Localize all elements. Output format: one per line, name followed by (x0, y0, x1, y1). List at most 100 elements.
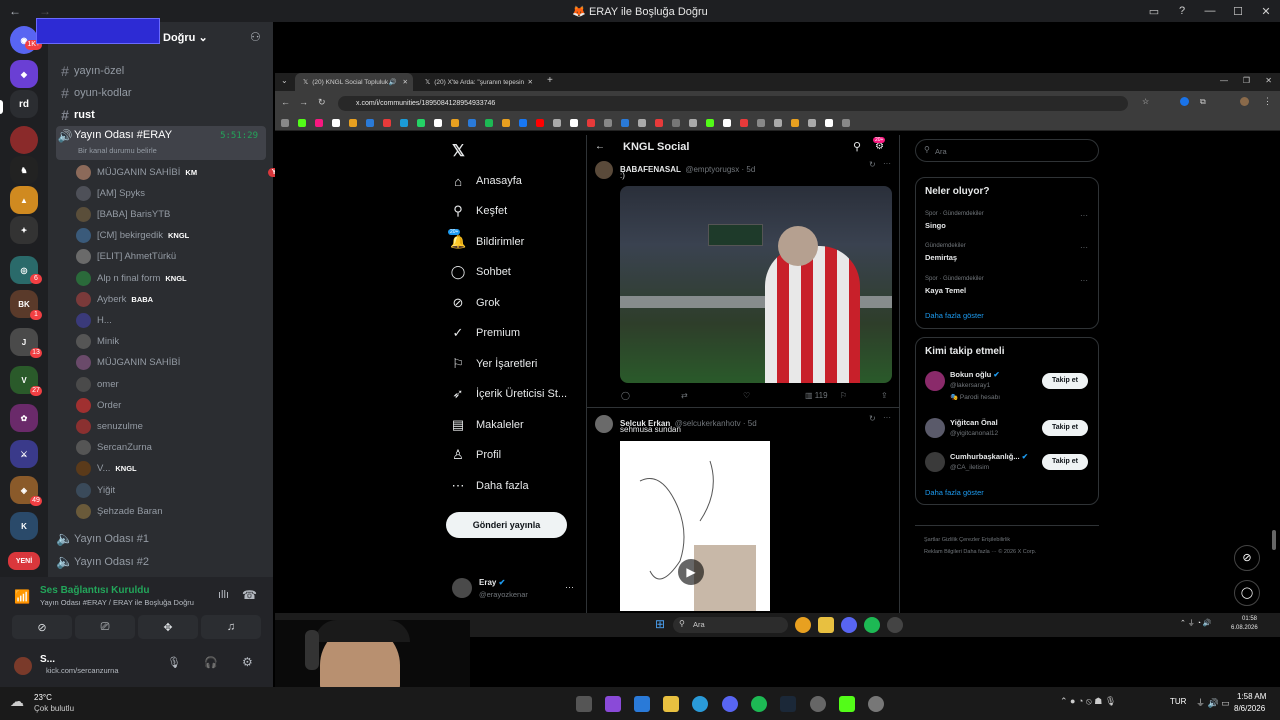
follow-name[interactable]: Yiğitcan Önal (950, 418, 998, 427)
bookmark-icon[interactable] (638, 119, 646, 127)
noise-icon[interactable]: ıllı (218, 589, 229, 601)
minimize-button[interactable]: — (1196, 5, 1224, 17)
browser-tab[interactable]: 𝕏 (20) KNGL Social Topluluk / 🔊 ✕ (295, 73, 413, 91)
avatar[interactable] (452, 578, 472, 598)
post-video[interactable] (620, 186, 892, 383)
star-icon[interactable]: ☆ (1142, 97, 1149, 106)
discord-icon[interactable] (841, 617, 857, 633)
trend-item[interactable]: Demirtaş (925, 253, 957, 262)
close-button[interactable]: ✕ (1252, 5, 1280, 18)
bookmark-icon[interactable] (689, 119, 697, 127)
search-input[interactable]: ⚲ Ara (915, 139, 1099, 162)
clock-time[interactable]: 1:58 AM (1237, 692, 1266, 701)
new-tab-button[interactable]: + (547, 75, 553, 86)
voice-status-title[interactable]: Ses Bağlantısı Kuruldu (40, 585, 149, 596)
clock-date[interactable]: 8/6/2026 (1234, 704, 1265, 713)
more-dots-icon[interactable]: ··· (1080, 276, 1088, 285)
channel-status-hint[interactable]: Bir kanal durumu belirle (78, 146, 157, 155)
edge-icon[interactable] (692, 696, 708, 712)
bookmark-icon[interactable]: ⚐ (840, 391, 847, 400)
post-button[interactable]: Gönderi yayınla (446, 512, 567, 538)
footer-links[interactable]: Şartlar Gizlilik Çerezler Erişilebilirli… (924, 537, 1010, 543)
user-name[interactable]: S... (40, 654, 55, 665)
play-icon[interactable]: ▶ (678, 559, 704, 585)
language-indicator[interactable]: TUR (1170, 697, 1186, 706)
tray-icons[interactable]: ⌃ ● ◔ ⦸ ☗ 🎙 (1060, 696, 1116, 707)
new-badge[interactable]: YENİ (8, 552, 40, 570)
post-video[interactable]: ▶ (620, 441, 770, 611)
bookmark-icon[interactable] (706, 119, 714, 127)
bookmark-icon[interactable] (281, 119, 289, 127)
restore-button[interactable]: ❐ (1243, 76, 1250, 85)
bookmark-icon[interactable] (366, 119, 374, 127)
nav-item[interactable]: ♙ Profil (450, 445, 501, 465)
channel-item[interactable]: # yayın-özel (56, 60, 266, 81)
bookmark-icon[interactable] (621, 119, 629, 127)
nav-item[interactable]: ◯ Sohbet (450, 262, 511, 282)
back-arrow-icon[interactable]: ← (595, 141, 605, 152)
more-dots-icon[interactable]: ··· (565, 582, 574, 592)
steam-icon[interactable] (780, 696, 796, 712)
reply-icon[interactable]: ◯ (621, 391, 630, 400)
views-count[interactable]: ▥ 119 (805, 391, 828, 400)
close-tab-icon[interactable]: ✕ (403, 78, 408, 86)
close-tab-icon[interactable]: ✕ (528, 78, 533, 86)
tab-list-icon[interactable]: ⌄ (281, 76, 288, 85)
close-button[interactable]: ✕ (1265, 76, 1272, 85)
app-icon[interactable] (887, 617, 903, 633)
follow-button[interactable]: Takip et (1042, 373, 1088, 389)
store-icon[interactable] (634, 696, 650, 712)
copilot-icon[interactable] (605, 696, 621, 712)
show-more-link[interactable]: Daha fazla göster (925, 488, 984, 497)
account-name[interactable]: Eray ✔ (479, 578, 505, 587)
disconnect-icon[interactable]: ☎ (242, 588, 257, 602)
bookmark-icon[interactable] (298, 119, 306, 127)
browser-tab[interactable]: 𝕏 (20) X'te Arda: "şuranın tepesin ✕ (417, 73, 539, 91)
back-arrow-icon[interactable]: ← (281, 97, 290, 107)
chrome-icon[interactable] (795, 617, 811, 633)
spotify-icon[interactable] (864, 617, 880, 633)
avatar[interactable] (925, 418, 945, 438)
bookmark-icon[interactable] (774, 119, 782, 127)
app-icon[interactable] (810, 696, 826, 712)
taskbar-search[interactable]: ⚲ Ara (673, 617, 788, 633)
browser-menu-icon[interactable]: ⋮ (1263, 96, 1272, 107)
x-logo-icon[interactable]: 𝕏 (452, 141, 465, 161)
bookmark-icon[interactable] (519, 119, 527, 127)
forward-arrow-icon[interactable]: → (299, 97, 308, 107)
nav-item[interactable]: ➶ İçerik Üreticisi St... (450, 384, 568, 404)
bookmark-icon[interactable] (791, 119, 799, 127)
follow-name[interactable]: Bokun oğlu ✔ (950, 370, 1000, 379)
bookmark-icon[interactable] (757, 119, 765, 127)
repost-icon[interactable]: ↻ (869, 414, 876, 423)
bookmark-icon[interactable] (315, 119, 323, 127)
chat-icon[interactable]: ◯ (1234, 580, 1260, 606)
bookmark-icon[interactable] (553, 119, 561, 127)
task-view-icon[interactable] (576, 696, 592, 712)
bookmark-icon[interactable] (400, 119, 408, 127)
settings-gear-icon[interactable] (868, 696, 884, 712)
server-icon[interactable]: ▲ (10, 186, 38, 214)
maximize-button[interactable]: ☐ (1224, 5, 1252, 18)
bookmark-icon[interactable] (502, 119, 510, 127)
share-icon[interactable]: ⇪ (881, 391, 888, 400)
more-dots-icon[interactable]: ··· (883, 413, 891, 422)
activities-button[interactable]: ✥ (138, 615, 198, 639)
tray-icons[interactable]: ⌃ ⏚ ◔ 🔊 (1180, 618, 1212, 628)
share-screen-button[interactable]: ⎚ (75, 615, 135, 639)
server-folder-icon[interactable]: ✿ (10, 404, 38, 432)
bookmark-icon[interactable] (587, 119, 595, 127)
avatar[interactable] (595, 415, 613, 433)
avatar[interactable] (14, 657, 32, 675)
trend-item[interactable]: Kaya Temel (925, 286, 966, 295)
nav-item[interactable]: ▤ Makaleler (450, 415, 524, 435)
bookmark-icon[interactable] (655, 119, 663, 127)
server-folder-icon[interactable]: ⚔ (10, 440, 38, 468)
bookmark-icon[interactable] (672, 119, 680, 127)
voice-status-subtitle[interactable]: Yayın Odası #ERAY / ERAY ile Boşluğa Doğ… (40, 598, 194, 607)
repost-icon[interactable]: ↻ (869, 160, 876, 169)
reload-icon[interactable]: ↻ (318, 97, 326, 108)
follow-button[interactable]: Takip et (1042, 420, 1088, 436)
nav-item[interactable]: ⊘ Grok (450, 293, 500, 313)
add-user-icon[interactable]: ⚇ (250, 30, 261, 44)
